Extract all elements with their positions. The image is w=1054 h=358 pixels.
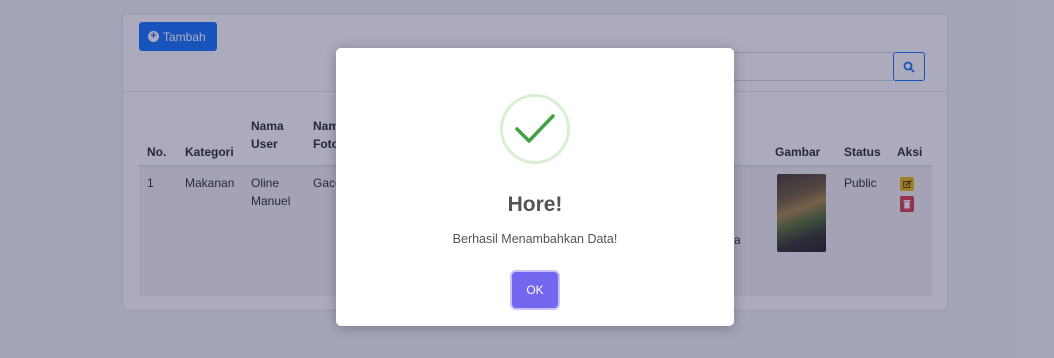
ok-button[interactable]: OK [512,272,558,308]
dialog-message: Berhasil Menambahkan Data! [452,232,618,246]
success-icon [500,94,570,164]
dialog-title: Hore! [507,193,563,216]
checkmark-icon [515,114,555,143]
success-dialog: Hore! Berhasil Menambahkan Data! OK [336,48,734,326]
